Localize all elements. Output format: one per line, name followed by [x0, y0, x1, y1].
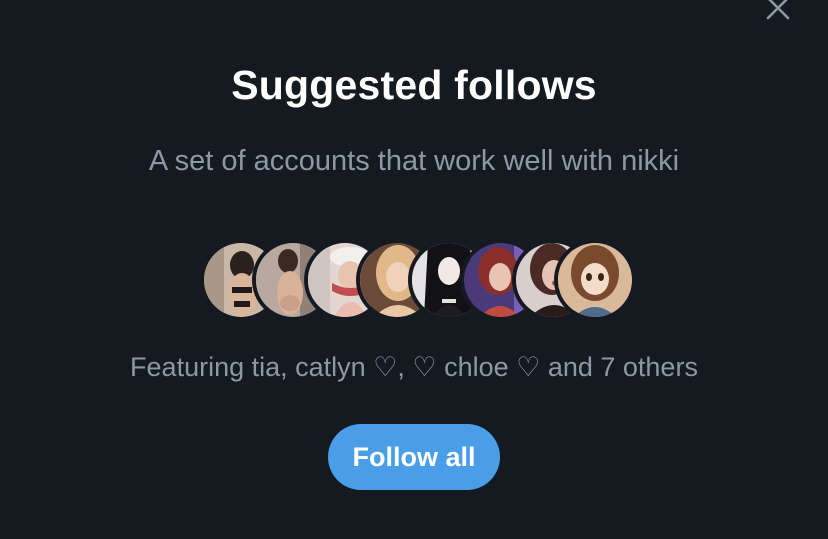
avatar-group[interactable]: [200, 239, 636, 321]
close-button[interactable]: [762, 0, 794, 24]
dialog-subtitle: A set of accounts that work well with ni…: [148, 145, 680, 177]
dialog-title: Suggested follows: [231, 62, 597, 108]
avatar-8[interactable]: [554, 239, 636, 321]
close-icon: [765, 0, 791, 26]
follow-all-button[interactable]: Follow all: [328, 424, 500, 490]
featuring-text: Featuring tia, catlyn ♡, ♡ chloe ♡ and 7…: [130, 352, 698, 382]
